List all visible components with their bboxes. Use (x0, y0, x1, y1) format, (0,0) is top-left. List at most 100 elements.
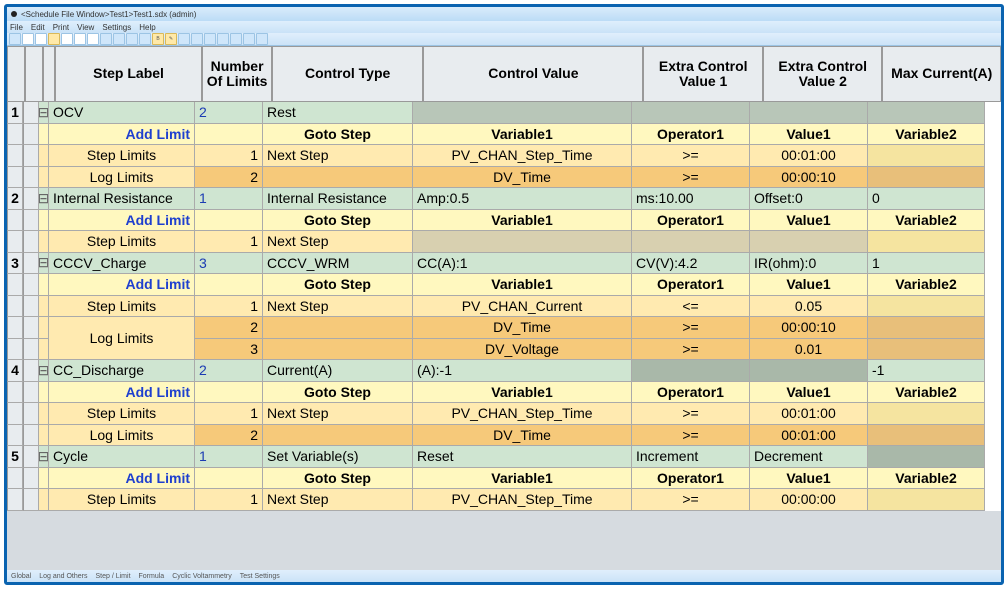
status-tab-global[interactable]: Global (11, 573, 31, 580)
hdr-max-current[interactable]: Max Current(A) (882, 46, 1001, 102)
variable1-cell[interactable]: DV_Time (413, 167, 632, 189)
control-type-cell[interactable]: Current(A) (263, 360, 413, 382)
control-type-cell[interactable]: Set Variable(s) (263, 446, 413, 468)
variable2-cell[interactable] (868, 489, 985, 511)
tb-paste-icon[interactable] (87, 33, 99, 45)
hdr-control-type[interactable]: Control Type (272, 46, 423, 102)
goto-step-cell[interactable] (263, 167, 413, 189)
control-type-cell[interactable]: CCCV_WRM (263, 253, 413, 275)
variable1-cell[interactable]: DV_Voltage (413, 339, 632, 361)
step-number[interactable]: 5 (7, 446, 23, 468)
value1-cell[interactable]: 00:01:00 (750, 403, 868, 425)
row-grip[interactable] (23, 425, 39, 447)
hdr-rownum[interactable] (7, 46, 25, 102)
limit-label[interactable]: Step Limits (49, 145, 195, 167)
limit-label[interactable]: Step Limits (49, 403, 195, 425)
limit-number[interactable]: 1 (195, 145, 263, 167)
menu-file[interactable]: File (10, 23, 23, 32)
extra2-cell[interactable] (750, 102, 868, 124)
operator1-cell[interactable]: >= (632, 145, 750, 167)
status-tab-test[interactable]: Test Settings (240, 573, 280, 580)
variable1-cell[interactable] (413, 231, 632, 253)
hdr-step-label[interactable]: Step Label (55, 46, 202, 102)
status-tab-log[interactable]: Log and Others (39, 573, 87, 580)
step-grip[interactable] (23, 102, 39, 124)
variable2-cell[interactable] (868, 145, 985, 167)
max-current-cell[interactable]: 0 (868, 188, 985, 210)
step-label-cell[interactable]: Cycle (49, 446, 195, 468)
tb-grid3-icon[interactable] (204, 33, 216, 45)
step-limits-count[interactable]: 1 (195, 188, 263, 210)
extra1-cell[interactable] (632, 360, 750, 382)
tb-save-icon[interactable] (35, 33, 47, 45)
hdr-extra1[interactable]: Extra Control Value 1 (643, 46, 763, 102)
variable2-cell[interactable] (868, 296, 985, 318)
variable2-cell[interactable] (868, 339, 985, 361)
row-grip[interactable] (23, 167, 39, 189)
extra2-cell[interactable]: Decrement (750, 446, 868, 468)
max-current-cell[interactable]: -1 (868, 360, 985, 382)
row-grip[interactable] (23, 403, 39, 425)
tb-edit-icon[interactable]: ✎ (165, 33, 177, 45)
step-label-cell[interactable]: CCCV_Charge (49, 253, 195, 275)
add-limit-button[interactable]: Add Limit (49, 382, 195, 404)
limit-label[interactable]: Step Limits (49, 231, 195, 253)
step-grip[interactable] (23, 253, 39, 275)
tb-grid5-icon[interactable] (230, 33, 242, 45)
step-label-cell[interactable]: CC_Discharge (49, 360, 195, 382)
step-number[interactable]: 4 (7, 360, 23, 382)
value1-cell[interactable]: 00:01:00 (750, 145, 868, 167)
menu-help[interactable]: Help (139, 23, 155, 32)
tb-grid4-icon[interactable] (217, 33, 229, 45)
row-grip[interactable] (23, 296, 39, 318)
value1-cell[interactable]: 00:01:00 (750, 425, 868, 447)
limit-number[interactable]: 2 (195, 317, 263, 339)
control-value-cell[interactable]: Amp:0.5 (413, 188, 632, 210)
add-limit-button[interactable]: Add Limit (49, 468, 195, 490)
tb-grid2-icon[interactable] (191, 33, 203, 45)
menu-edit[interactable]: Edit (31, 23, 45, 32)
collapse-icon[interactable]: ⊟ (39, 253, 49, 275)
operator1-cell[interactable]: >= (632, 317, 750, 339)
limit-label[interactable]: Log Limits (49, 167, 195, 189)
operator1-cell[interactable]: >= (632, 167, 750, 189)
titlebar[interactable]: <Schedule File Window>Test1>Test1.sdx (a… (7, 7, 1001, 21)
limit-number[interactable]: 2 (195, 425, 263, 447)
extra1-cell[interactable]: Increment (632, 446, 750, 468)
goto-step-cell[interactable]: Next Step (263, 296, 413, 318)
value1-cell[interactable] (750, 231, 868, 253)
limit-number[interactable]: 1 (195, 231, 263, 253)
add-limit-button[interactable]: Add Limit (49, 210, 195, 232)
collapse-icon[interactable]: ⊟ (39, 360, 49, 382)
control-value-cell[interactable]: CC(A):1 (413, 253, 632, 275)
tb-grid1-icon[interactable] (178, 33, 190, 45)
limit-number[interactable]: 1 (195, 403, 263, 425)
goto-step-cell[interactable] (263, 425, 413, 447)
limit-label[interactable]: Log Limits (49, 425, 195, 447)
value1-cell[interactable]: 00:00:10 (750, 167, 868, 189)
variable1-cell[interactable]: DV_Time (413, 317, 632, 339)
variable2-cell[interactable] (868, 403, 985, 425)
tb-cut-icon[interactable] (61, 33, 73, 45)
variable2-cell[interactable] (868, 167, 985, 189)
step-limits-count[interactable]: 2 (195, 102, 263, 124)
max-current-cell[interactable]: 1 (868, 253, 985, 275)
limit-number[interactable]: 1 (195, 296, 263, 318)
collapse-icon[interactable]: ⊟ (39, 188, 49, 210)
step-number[interactable]: 1 (7, 102, 23, 124)
variable2-cell[interactable] (868, 425, 985, 447)
operator1-cell[interactable]: >= (632, 339, 750, 361)
limit-label[interactable]: Step Limits (49, 489, 195, 511)
variable1-cell[interactable]: PV_CHAN_Step_Time (413, 145, 632, 167)
hdr-control-value[interactable]: Control Value (423, 46, 643, 102)
extra1-cell[interactable] (632, 102, 750, 124)
goto-step-cell[interactable]: Next Step (263, 145, 413, 167)
operator1-cell[interactable]: >= (632, 403, 750, 425)
row-grip[interactable] (23, 274, 39, 296)
variable1-cell[interactable]: DV_Time (413, 425, 632, 447)
row-grip[interactable] (23, 339, 39, 361)
step-label-cell[interactable]: Internal Resistance (49, 188, 195, 210)
tb-grid6-icon[interactable] (243, 33, 255, 45)
value1-cell[interactable]: 0.05 (750, 296, 868, 318)
variable1-cell[interactable]: PV_CHAN_Step_Time (413, 403, 632, 425)
